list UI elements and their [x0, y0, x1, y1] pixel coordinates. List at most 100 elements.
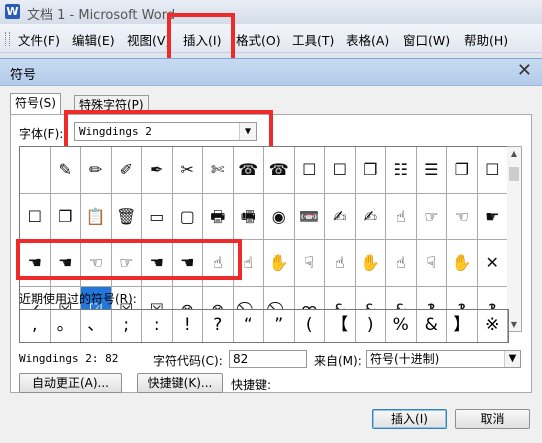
- symbol-cell[interactable]: ✒: [142, 147, 173, 194]
- symbol-cell[interactable]: ▭: [142, 193, 173, 240]
- symbol-cell[interactable]: ☝: [325, 240, 356, 287]
- menu-file[interactable]: 文件(F): [18, 30, 60, 49]
- recent-symbol-cell[interactable]: ※: [478, 310, 508, 342]
- symbol-cell[interactable]: [20, 147, 51, 194]
- symbol-cell[interactable]: ❐: [355, 147, 386, 194]
- chevron-down-icon[interactable]: ▼: [504, 351, 520, 367]
- symbol-cell[interactable]: ☝: [386, 193, 417, 240]
- symbol-cell[interactable]: ✄: [203, 147, 234, 194]
- symbol-glyph: ◉: [271, 206, 286, 226]
- scroll-up-icon[interactable]: ▲: [507, 149, 521, 158]
- symbol-glyph: ❐: [454, 160, 469, 179]
- symbol-cell[interactable]: ☷: [386, 147, 417, 194]
- tab-symbols[interactable]: 符号(S): [10, 93, 61, 114]
- recent-symbol-cell[interactable]: 【: [325, 310, 356, 342]
- symbol-cell[interactable]: 📋: [81, 193, 112, 240]
- symbol-cell[interactable]: ☟: [294, 240, 325, 287]
- recent-symbol-cell[interactable]: ): [356, 310, 386, 342]
- symbol-glyph: ✍: [363, 206, 377, 226]
- menu-table[interactable]: 表格(A): [346, 30, 389, 49]
- symbol-cell[interactable]: ☐: [294, 147, 325, 194]
- menu-view[interactable]: 视图(V): [127, 30, 170, 49]
- cancel-button[interactable]: 取消: [455, 409, 530, 429]
- recent-symbols-row[interactable]: ,。、;:!? “”(【)% &】 ※: [19, 309, 509, 343]
- menu-format[interactable]: 格式(O): [236, 30, 281, 49]
- symbol-cell[interactable]: ✎: [50, 147, 81, 194]
- symbol-glyph: ✎: [58, 160, 72, 179]
- checkbox-symbols-highlight: [16, 239, 242, 280]
- from-select[interactable]: 符号(十进制) ▼: [366, 350, 521, 368]
- symbol-cell[interactable]: ☰: [416, 147, 447, 194]
- recent-symbol-cell[interactable]: ,: [20, 310, 51, 342]
- menu-window[interactable]: 窗口(W): [403, 30, 450, 49]
- symbol-cell[interactable]: ❐: [447, 147, 478, 194]
- symbol-cell[interactable]: 🖶: [203, 193, 234, 240]
- menu-edit[interactable]: 编辑(E): [72, 30, 115, 49]
- symbol-cell[interactable]: ☛: [477, 193, 508, 240]
- symbol-cell[interactable]: ☐: [20, 193, 51, 240]
- character-code-label: 字符代码(C):: [153, 354, 223, 368]
- toolbar-grip-handle[interactable]: [5, 32, 10, 46]
- close-icon[interactable]: ✕: [517, 60, 532, 81]
- symbol-cell[interactable]: ✕: [477, 240, 508, 287]
- symbol-cell[interactable]: ☎: [264, 147, 295, 194]
- symbol-cell[interactable]: ☜: [447, 193, 478, 240]
- symbol-cell[interactable]: ✐: [111, 147, 142, 194]
- scrollbar-thumb[interactable]: [509, 167, 519, 181]
- symbol-grid-scrollbar[interactable]: ▲ ▼: [507, 146, 522, 332]
- scroll-down-icon[interactable]: ▼: [507, 320, 521, 329]
- menu-help[interactable]: 帮助(H): [464, 30, 508, 49]
- symbol-cell[interactable]: ✍: [325, 193, 356, 240]
- symbol-cell[interactable]: ☐: [477, 147, 508, 194]
- symbol-cell[interactable]: ✍: [355, 193, 386, 240]
- symbol-cell[interactable]: ✏: [81, 147, 112, 194]
- character-code-input[interactable]: 82: [229, 350, 307, 368]
- from-label: 来自(M):: [314, 354, 362, 368]
- symbol-cell[interactable]: 🗑: [111, 193, 142, 240]
- shortcut-key-button[interactable]: 快捷键(K)...: [137, 373, 223, 393]
- autocorrect-button[interactable]: 自动更正(A)...: [19, 373, 122, 393]
- symbol-glyph: ☐: [332, 160, 347, 179]
- symbol-glyph: ✐: [119, 160, 133, 179]
- symbol-cell[interactable]: 🖷: [233, 193, 264, 240]
- shortcut-key-text: 快捷键:: [231, 378, 272, 392]
- recent-symbol-cell[interactable]: 、: [81, 310, 112, 342]
- symbol-cell[interactable]: ✂: [172, 147, 203, 194]
- symbol-glyph: ✏: [89, 160, 103, 179]
- symbol-glyph: ☐: [302, 160, 317, 179]
- recent-symbol-cell[interactable]: %: [386, 310, 417, 342]
- dialog-title: 符号: [10, 68, 37, 83]
- recent-symbol-cell[interactable]: ;: [112, 310, 142, 342]
- symbol-glyph: ☐: [27, 206, 42, 226]
- menu-tools[interactable]: 工具(T): [292, 30, 334, 49]
- recent-symbol-cell[interactable]: ”: [264, 310, 295, 342]
- symbol-cell[interactable]: ☎: [233, 147, 264, 194]
- recent-symbol-cell[interactable]: ?: [203, 310, 234, 342]
- insert-button[interactable]: 插入(I): [372, 409, 447, 429]
- symbol-cell[interactable]: ☟: [416, 240, 447, 287]
- symbol-cell[interactable]: ✋: [264, 240, 295, 287]
- recent-symbol-cell[interactable]: 。: [51, 310, 81, 342]
- recent-symbol-cell[interactable]: :: [142, 310, 173, 342]
- symbol-glyph: ✂: [180, 160, 194, 179]
- symbol-cell[interactable]: ✋: [447, 240, 478, 287]
- recent-symbol-cell[interactable]: “: [234, 310, 264, 342]
- recent-symbols-label: 近期使用过的符号(R):: [19, 292, 137, 306]
- symbol-cell[interactable]: ❐: [50, 193, 81, 240]
- recent-symbol-cell[interactable]: (: [295, 310, 325, 342]
- symbol-cell[interactable]: ☞: [416, 193, 447, 240]
- symbol-cell[interactable]: ◉: [264, 193, 295, 240]
- dialog-title-bar: 符号 ✕: [0, 59, 542, 86]
- symbol-glyph: ✄: [211, 160, 225, 179]
- recent-symbol-cell[interactable]: !: [173, 310, 203, 342]
- symbol-cell[interactable]: ✋: [355, 240, 386, 287]
- symbol-glyph: 🖷: [240, 206, 256, 226]
- symbol-cell[interactable]: ☐: [325, 147, 356, 194]
- symbol-cell[interactable]: ▢: [172, 193, 203, 240]
- recent-symbol-cell[interactable]: 】: [447, 310, 478, 342]
- recent-symbol-cell[interactable]: &: [417, 310, 447, 342]
- symbol-glyph: ✕: [485, 253, 499, 272]
- symbol-glyph: ✍: [333, 206, 347, 226]
- symbol-cell[interactable]: 📼: [294, 193, 325, 240]
- symbol-cell[interactable]: ☝: [386, 240, 417, 287]
